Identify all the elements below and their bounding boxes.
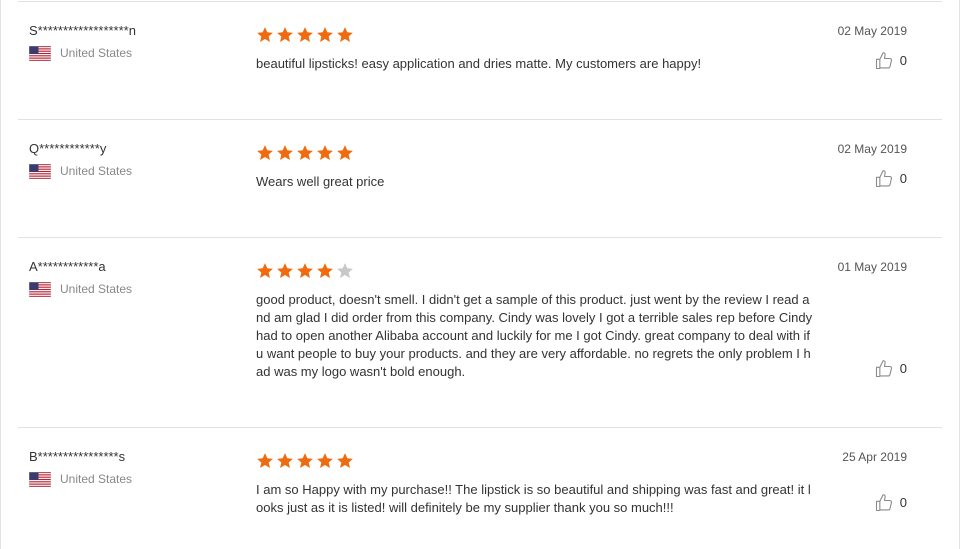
review-item: Q************y United States Wears well … — [18, 140, 942, 238]
reviewer-country: United States — [29, 281, 229, 297]
star-rating — [256, 452, 816, 475]
reviewer-name: A************a — [29, 259, 106, 274]
country-name: United States — [60, 282, 133, 296]
helpful-button[interactable]: 0 — [874, 493, 907, 513]
star-filled-icon — [296, 262, 316, 285]
review-body: Wears well great price — [256, 144, 816, 191]
review-item: S******************n United States beaut… — [18, 22, 942, 120]
star-filled-icon — [256, 144, 276, 167]
star-filled-icon — [296, 26, 316, 49]
thumbs-up-icon[interactable] — [874, 359, 900, 379]
top-divider — [18, 1, 942, 2]
star-filled-icon — [336, 144, 356, 167]
helpful-button[interactable]: 0 — [874, 169, 907, 189]
review-text: beautiful lipsticks! easy application an… — [256, 56, 702, 71]
star-filled-icon — [256, 262, 276, 285]
reviewer-info: B****************s United States — [29, 448, 229, 487]
us-flag-icon — [29, 163, 60, 179]
country-name: United States — [60, 164, 133, 178]
review-date: 02 May 2019 — [837, 142, 907, 156]
reviewer-name: B****************s — [29, 449, 126, 464]
star-filled-icon — [256, 26, 276, 49]
reviewer-name: S******************n — [29, 23, 136, 38]
us-flag-icon — [29, 45, 60, 61]
star-filled-icon — [316, 26, 336, 49]
country-name: United States — [60, 46, 133, 60]
reviewer-info: S******************n United States — [29, 22, 229, 61]
review-date: 01 May 2019 — [837, 260, 907, 274]
review-item: B****************s United States I am so… — [18, 448, 942, 549]
review-body: beautiful lipsticks! easy application an… — [256, 26, 816, 73]
review-text: good product, doesn't smell. I didn't ge… — [256, 292, 813, 379]
review-date: 02 May 2019 — [837, 24, 907, 38]
star-filled-icon — [316, 144, 336, 167]
thumbs-up-icon[interactable] — [874, 169, 900, 189]
star-filled-icon — [296, 144, 316, 167]
review-divider — [18, 427, 942, 428]
country-name: United States — [60, 472, 133, 486]
helpful-count: 0 — [899, 361, 907, 376]
review-body: I am so Happy with my purchase!! The lip… — [256, 452, 816, 517]
reviewer-country: United States — [29, 471, 229, 487]
star-filled-icon — [276, 26, 296, 49]
helpful-count: 0 — [899, 171, 907, 186]
us-flag-icon — [29, 471, 60, 487]
us-flag-icon — [29, 281, 60, 297]
star-filled-icon — [296, 452, 316, 475]
star-filled-icon — [276, 452, 296, 475]
review-text: I am so Happy with my purchase!! The lip… — [256, 482, 811, 515]
reviewer-info: A************a United States — [29, 258, 229, 297]
star-rating — [256, 262, 816, 285]
thumbs-up-icon[interactable] — [874, 51, 900, 71]
review-item: A************a United States good produc… — [18, 258, 942, 428]
reviewer-name: Q************y — [29, 141, 107, 156]
star-rating — [256, 144, 816, 167]
reviewer-country: United States — [29, 163, 229, 179]
star-filled-icon — [276, 262, 296, 285]
star-empty-icon — [336, 262, 356, 285]
review-date: 25 Apr 2019 — [842, 450, 907, 464]
reviewer-country: United States — [29, 45, 229, 61]
star-filled-icon — [256, 452, 276, 475]
review-divider — [18, 237, 942, 238]
helpful-button[interactable]: 0 — [874, 51, 907, 71]
star-filled-icon — [316, 452, 336, 475]
helpful-count: 0 — [899, 53, 907, 68]
reviewer-info: Q************y United States — [29, 140, 229, 179]
helpful-button[interactable]: 0 — [874, 359, 907, 379]
review-body: good product, doesn't smell. I didn't ge… — [256, 262, 816, 381]
reviews-list: S******************n United States beaut… — [0, 0, 960, 549]
review-text: Wears well great price — [256, 174, 385, 189]
star-filled-icon — [316, 262, 336, 285]
helpful-count: 0 — [899, 495, 907, 510]
review-divider — [18, 119, 942, 120]
star-rating — [256, 26, 816, 49]
star-filled-icon — [336, 26, 356, 49]
star-filled-icon — [336, 452, 356, 475]
star-filled-icon — [276, 144, 296, 167]
thumbs-up-icon[interactable] — [874, 493, 900, 513]
